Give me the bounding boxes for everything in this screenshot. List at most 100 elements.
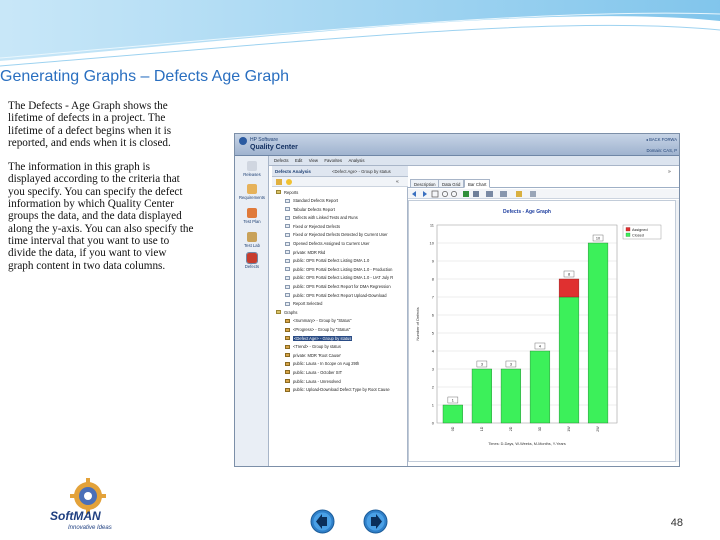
tree-item[interactable]: public: OPS Portal Defect Listing DMA 1.… xyxy=(272,274,408,283)
tree-item[interactable]: private: MDR Rkd xyxy=(272,248,408,257)
tree-item[interactable]: Tabular Defects Report xyxy=(272,205,408,214)
graph-icon xyxy=(285,318,290,323)
tree-item[interactable]: Report Selected xyxy=(272,300,408,309)
tree-item[interactable]: public: Laura - In Scope on Aug 29th xyxy=(272,360,408,369)
tab-description[interactable]: Description xyxy=(410,179,440,188)
tab-bar-chart[interactable]: Bar Chart xyxy=(464,179,491,188)
bar-chart-area: Defects - Age Graph 0 1 2 3 4 5 6 7 8 9 10 11 Number … xyxy=(408,200,676,462)
y-tick-label: 8 xyxy=(432,277,435,282)
tree-item[interactable]: public: Laura - October SIT xyxy=(272,368,408,377)
tree-folder[interactable]: Graphs xyxy=(272,308,408,317)
previous-slide-button[interactable] xyxy=(310,509,335,534)
bar-total-label: 8 xyxy=(568,272,570,276)
tree-item-label: Standard Defects Report xyxy=(293,198,339,204)
slide-title: Generating Graphs – Defects Age Graph xyxy=(0,68,290,85)
zoom-out-icon[interactable] xyxy=(451,191,457,197)
edit-icon[interactable] xyxy=(516,191,522,197)
tree-item[interactable]: public: OPS Portal Defect Report Upload-… xyxy=(272,291,408,300)
tree-item-label: public: Upload-Download Defect Type by R… xyxy=(293,387,390,393)
analysis-pane-title: Defects Analysis xyxy=(275,169,311,174)
sidebar-item-label: Test Plan xyxy=(243,219,261,224)
back-forward-nav[interactable]: ◂ BACK FORWA xyxy=(646,137,677,142)
bar-assigned xyxy=(558,278,580,298)
graph-icon xyxy=(285,336,290,341)
new-folder-icon[interactable] xyxy=(276,179,282,185)
bar-closed xyxy=(471,368,492,424)
next-slide-button[interactable] xyxy=(363,509,388,534)
grid-icon[interactable] xyxy=(500,191,507,197)
tree-item[interactable]: <Progress> - Group by "Status" xyxy=(272,326,408,335)
tree-item-label: public: OPS Portal Defect Report Upload-… xyxy=(293,292,387,298)
tree-item[interactable]: Defects with Linked Tests and Runs xyxy=(272,214,408,223)
tree-item[interactable]: private: MDR 'Root Cause' xyxy=(272,351,408,360)
tree-item-label: public: Laura - October SIT xyxy=(293,369,343,375)
tree-item-label: Defects with Linked Tests and Runs xyxy=(293,215,358,221)
graph-pane: » Description Data Grid Bar Chart Defect… xyxy=(408,166,679,466)
x-tick-label: 2D xyxy=(509,426,513,431)
menu-defects[interactable]: Defects xyxy=(274,158,289,163)
tree-item-label: private: MDR 'Root Cause' xyxy=(293,352,342,358)
zoom-in-icon[interactable] xyxy=(442,191,448,197)
report-icon xyxy=(285,215,290,220)
logo-text: SoftMAN xyxy=(50,509,101,523)
tree-item[interactable]: public: Upload-Download Defect Type by R… xyxy=(272,386,408,395)
sidebar-item-label: Requirements xyxy=(238,195,266,200)
y-tick-label: 9 xyxy=(432,259,435,264)
settings-icon[interactable] xyxy=(530,191,536,197)
y-tick-label: 4 xyxy=(432,349,435,354)
zoom-fit-icon[interactable] xyxy=(431,190,439,198)
menu-analysis[interactable]: Analysis xyxy=(348,158,364,163)
y-tick-label: 3 xyxy=(432,367,435,372)
tab-data-grid[interactable]: Data Grid xyxy=(438,179,465,188)
save-icon[interactable] xyxy=(463,191,469,197)
chart-type-icon[interactable] xyxy=(486,191,493,197)
tree-item-label: Tabular Defects Report xyxy=(293,206,335,212)
collapse-pane-icon[interactable]: « xyxy=(396,179,402,185)
tree-item[interactable]: public: Laura - Unresolved xyxy=(272,377,408,386)
sidebar-item-defects[interactable]: Defects xyxy=(235,252,269,269)
report-icon xyxy=(285,293,290,298)
tree-item[interactable]: Fixed or Rejected Defects xyxy=(272,222,408,231)
tree-item-label: <Summary> - Group by "Status" xyxy=(293,318,352,324)
tree-item-label: Reports xyxy=(284,189,299,195)
tree-item-label: <Trend> - Group by status xyxy=(293,344,341,350)
menu-favorites[interactable]: Favorites xyxy=(324,158,342,163)
tree-item[interactable]: public: OPS Portal Defect Report for DMA… xyxy=(272,283,408,292)
sidebar-item-releases[interactable]: Releases xyxy=(235,161,269,177)
folder-icon xyxy=(276,310,281,315)
test-plan-icon xyxy=(247,208,257,218)
graph-scrollbar[interactable] xyxy=(676,200,679,462)
legend-swatch-assigned xyxy=(625,227,631,232)
prev-icon[interactable] xyxy=(412,191,416,197)
tree-item[interactable]: <Trend> - Group by status xyxy=(272,343,408,352)
tree-item[interactable]: Opened Defects Assigned to Current User xyxy=(272,240,408,249)
menu-edit[interactable]: Edit xyxy=(295,158,302,163)
tree-item-label: public: Laura - Unresolved xyxy=(293,378,341,384)
copy-icon[interactable] xyxy=(473,191,479,197)
defects-age-chart: Defects - Age Graph 0 1 2 3 4 5 6 7 8 9 10 11 Number … xyxy=(415,209,662,446)
tree-item[interactable]: public: OPS Portal Defect Listing DMA 1.… xyxy=(272,265,408,274)
analysis-tree: Reports Standard Defects Report Tabular De… xyxy=(272,188,408,394)
tree-item-label: public: OPS Portal Defect Report for DMA… xyxy=(293,284,391,290)
bar-total-label: 10 xyxy=(596,236,600,240)
tree-item-label: Fixed or Rejected Defects xyxy=(293,223,341,229)
favorite-icon[interactable] xyxy=(286,179,292,185)
next-icon[interactable] xyxy=(423,191,427,197)
sidebar-item-requirements[interactable]: Requirements xyxy=(235,184,269,200)
menubar: Defects Edit View Favorites Analysis xyxy=(269,156,679,166)
x-tick-label: 1D xyxy=(480,426,484,431)
report-icon xyxy=(285,284,290,289)
tree-item[interactable]: <Summary> - Group by "Status" xyxy=(272,317,408,326)
menu-view[interactable]: View xyxy=(309,158,318,163)
tree-item[interactable]: public: OPS Portal Defect Listing DMA 1.… xyxy=(272,257,408,266)
tree-item[interactable]: Standard Defects Report xyxy=(272,197,408,206)
sidebar-item-test-lab[interactable]: Test Lab xyxy=(235,232,269,248)
expand-pane-icon[interactable]: » xyxy=(668,169,671,175)
sidebar-item-test-plan[interactable]: Test Plan xyxy=(235,208,269,224)
tree-folder[interactable]: Reports xyxy=(272,188,408,197)
report-icon xyxy=(285,241,290,246)
tree-item[interactable]: <Defect Age> - Group by status xyxy=(272,334,408,343)
app-brand-large: Quality Center xyxy=(250,144,298,151)
tree-item[interactable]: Fixed or Rejected Defects Detected by Cu… xyxy=(272,231,408,240)
quality-center-window: HP Software Quality Center ◂ BACK FORWA … xyxy=(234,133,680,467)
